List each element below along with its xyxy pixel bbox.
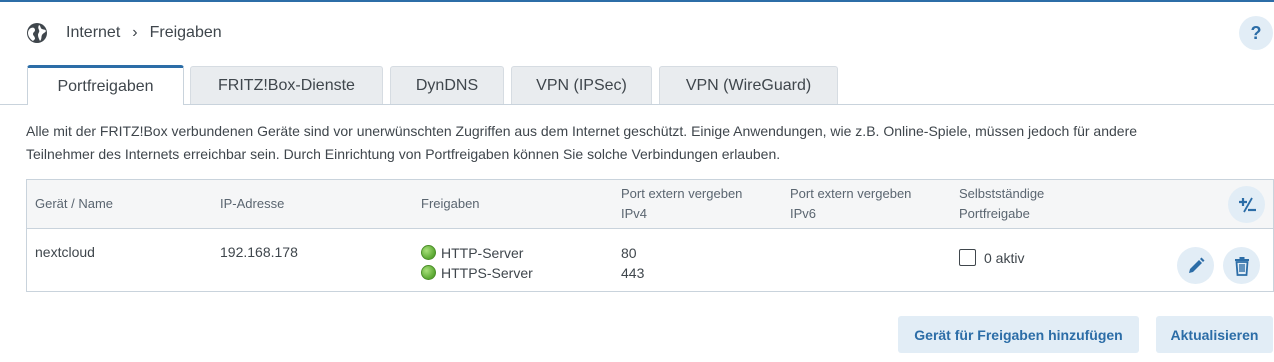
sort-button[interactable] bbox=[1228, 186, 1265, 223]
delete-button[interactable] bbox=[1223, 247, 1260, 284]
header-port-ipv4-line2: IPv4 bbox=[621, 206, 648, 221]
cell-shares: HTTP-Server HTTPS-Server bbox=[421, 243, 533, 283]
tab-label: Portfreigaben bbox=[57, 77, 154, 95]
intro-text: Alle mit der FRITZ!Box verbundenen Gerät… bbox=[26, 120, 1256, 166]
header-self-sharing-line2: Portfreigabe bbox=[959, 206, 1030, 221]
tab-bar: Portfreigaben FRITZ!Box-Dienste DynDNS V… bbox=[0, 65, 1274, 105]
header-device: Gerät / Name bbox=[35, 196, 114, 211]
intro-line-1: Alle mit der FRITZ!Box verbundenen Gerät… bbox=[26, 123, 1138, 139]
globe-icon bbox=[27, 23, 47, 43]
cell-self-sharing: 0 aktiv bbox=[959, 248, 1024, 268]
intro-line-2: Teilnehmer des Internets erreichbar sein… bbox=[26, 146, 781, 162]
header-port-ipv6: Port extern vergeben IPv6 bbox=[790, 184, 911, 224]
tab-label: DynDNS bbox=[415, 76, 479, 94]
port-value: 80 bbox=[621, 245, 637, 261]
table-header: Gerät / Name IP-Adresse Freigaben Port e… bbox=[27, 180, 1273, 229]
breadcrumb-parent[interactable]: Internet bbox=[66, 24, 120, 42]
self-sharing-checkbox[interactable] bbox=[959, 249, 976, 266]
help-icon: ? bbox=[1250, 22, 1262, 43]
add-device-button[interactable]: Gerät für Freigaben hinzufügen bbox=[898, 316, 1139, 353]
trash-icon bbox=[1234, 256, 1249, 276]
tab-portfreigaben[interactable]: Portfreigaben bbox=[27, 65, 184, 105]
header-self-sharing-line1: Selbstständige bbox=[959, 186, 1045, 201]
cell-ip-address: 192.168.178 bbox=[220, 244, 298, 260]
share-label[interactable]: HTTP-Server bbox=[441, 245, 523, 261]
plus-minus-icon bbox=[1238, 197, 1256, 212]
share-item: HTTP-Server bbox=[421, 243, 533, 263]
tab-label: VPN (WireGuard) bbox=[685, 76, 812, 94]
tab-vpn-wireguard[interactable]: VPN (WireGuard) bbox=[659, 66, 838, 104]
status-green-icon bbox=[421, 265, 436, 280]
header-port-ipv4: Port extern vergeben IPv4 bbox=[621, 184, 742, 224]
tab-vpn-ipsec[interactable]: VPN (IPSec) bbox=[511, 66, 652, 104]
header-self-sharing: Selbstständige Portfreigabe bbox=[959, 184, 1044, 224]
header-port-ipv6-line2: IPv6 bbox=[790, 206, 817, 221]
self-sharing-label: 0 aktiv bbox=[984, 250, 1025, 266]
tab-label: VPN (IPSec) bbox=[536, 76, 627, 94]
header-port-ipv4-line1: Port extern vergeben bbox=[621, 186, 743, 201]
help-button[interactable]: ? bbox=[1239, 16, 1273, 50]
cell-device-name: nextcloud bbox=[35, 244, 95, 260]
header-port-ipv6-line1: Port extern vergeben bbox=[790, 186, 912, 201]
share-item: HTTPS-Server bbox=[421, 263, 533, 283]
pencil-icon bbox=[1188, 257, 1204, 273]
header-ip: IP-Adresse bbox=[220, 196, 285, 211]
tab-dyndns[interactable]: DynDNS bbox=[390, 66, 504, 104]
breadcrumb-separator: › bbox=[132, 24, 138, 41]
tab-label: FRITZ!Box-Dienste bbox=[218, 76, 355, 94]
cell-ports-ipv4: 80 443 bbox=[621, 243, 644, 283]
tab-bar-divider bbox=[0, 104, 1274, 105]
tab-fritzbox-dienste[interactable]: FRITZ!Box-Dienste bbox=[190, 66, 383, 104]
port-value: 443 bbox=[621, 265, 645, 281]
header-shares: Freigaben bbox=[421, 196, 480, 211]
breadcrumb: Internet › Freigaben bbox=[26, 20, 222, 46]
share-label[interactable]: HTTPS-Server bbox=[441, 265, 533, 281]
breadcrumb-current: Freigaben bbox=[149, 24, 222, 41]
edit-button[interactable] bbox=[1177, 247, 1214, 284]
port-sharing-table: Gerät / Name IP-Adresse Freigaben Port e… bbox=[26, 179, 1274, 292]
top-accent-line bbox=[0, 0, 1274, 2]
status-green-icon bbox=[421, 245, 436, 260]
refresh-button[interactable]: Aktualisieren bbox=[1156, 316, 1273, 353]
